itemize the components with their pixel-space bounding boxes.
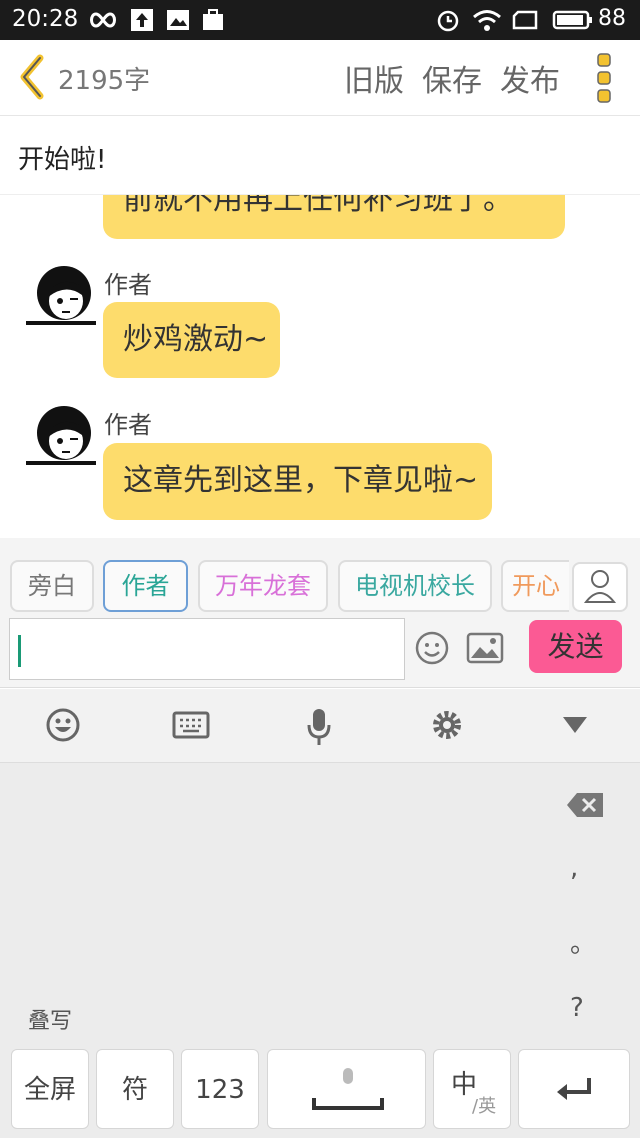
manage-roles-button[interactable] [572,562,628,612]
role-chip-extra[interactable]: 万年龙套 [198,560,328,612]
alarm-icon [437,10,459,32]
status-bar: 20:28 88 [0,0,640,40]
emoji-icon[interactable] [414,630,450,666]
enter-icon [557,1078,591,1100]
space-bar-icon [312,1068,384,1110]
role-chip-happy[interactable]: 开心 [501,560,569,612]
keyboard-area: , 。 ? 叠写 全屏 符 123 中 /英 [0,763,640,1138]
message-text: 这章先到这里，下章见啦~ [123,463,479,498]
author-avatar[interactable] [26,261,96,331]
gear-icon[interactable] [429,707,465,743]
message-text: 炒鸡激动~ [123,322,269,357]
message-input[interactable] [9,618,405,680]
editor-header: 2195字 旧版 保存 发布 [0,40,640,116]
publish-button[interactable]: 发布 [500,56,560,100]
language-alt-label: /英 [472,1096,497,1117]
symbols-key[interactable]: 符 [96,1049,174,1129]
author-avatar[interactable] [26,401,96,471]
send-button[interactable]: 发送 [529,620,622,673]
infinity-icon [90,12,116,28]
message-bubble[interactable]: 前就不用再上任何补习班了。 [103,195,565,239]
back-icon[interactable] [16,54,50,100]
enter-key[interactable] [518,1049,630,1129]
role-chip-author[interactable]: 作者 [103,560,188,612]
backspace-icon[interactable] [565,791,605,819]
language-switch-key[interactable]: 中 /英 [433,1049,511,1129]
emoji-icon[interactable] [45,707,81,743]
author-name: 作者 [104,411,152,439]
author-name: 作者 [104,271,152,299]
wifi-icon [473,10,501,31]
image-icon[interactable] [466,632,504,664]
overwrite-toggle[interactable]: 叠写 [28,1003,72,1035]
message-text: 前就不用再上任何补习班了。 [123,195,513,217]
status-time: 20:28 [12,6,79,32]
chapter-title-text: 开始啦! [18,145,107,175]
fullscreen-key[interactable]: 全屏 [11,1049,89,1129]
message-bubble[interactable]: 炒鸡激动~ [103,302,280,378]
message-bubble[interactable]: 这章先到这里，下章见啦~ [103,443,492,520]
space-key[interactable] [267,1049,426,1129]
battery-icon [552,10,592,30]
briefcase-icon [203,9,223,30]
image-notification-icon [167,10,189,30]
role-chip-narration[interactable]: 旁白 [10,560,94,612]
numbers-key[interactable]: 123 [181,1049,259,1129]
chapter-title[interactable]: 开始啦! [0,117,640,195]
save-button[interactable]: 保存 [422,56,482,100]
battery-level: 88 [598,6,626,31]
text-caret [18,635,21,667]
microphone-icon[interactable] [304,707,334,747]
comma-key[interactable]: , [570,853,578,883]
role-chip-tv-principal[interactable]: 电视机校长 [338,560,492,612]
keyboard-toolbar [0,689,640,763]
word-count: 2195字 [58,66,151,96]
old-version-button[interactable]: 旧版 [344,56,404,100]
screen-icon [512,10,538,30]
keyboard-icon[interactable] [172,707,210,743]
person-icon [583,570,617,603]
period-key[interactable]: 。 [570,923,596,960]
chat-area[interactable]: 前就不用再上任何补习班了。 作者 炒鸡激动~ 作者 这章先到这里，下章见啦~ [0,195,640,538]
upload-icon [131,9,153,31]
question-key[interactable]: ? [570,993,584,1023]
collapse-keyboard-icon[interactable] [561,715,589,735]
more-menu-icon[interactable] [590,52,618,104]
